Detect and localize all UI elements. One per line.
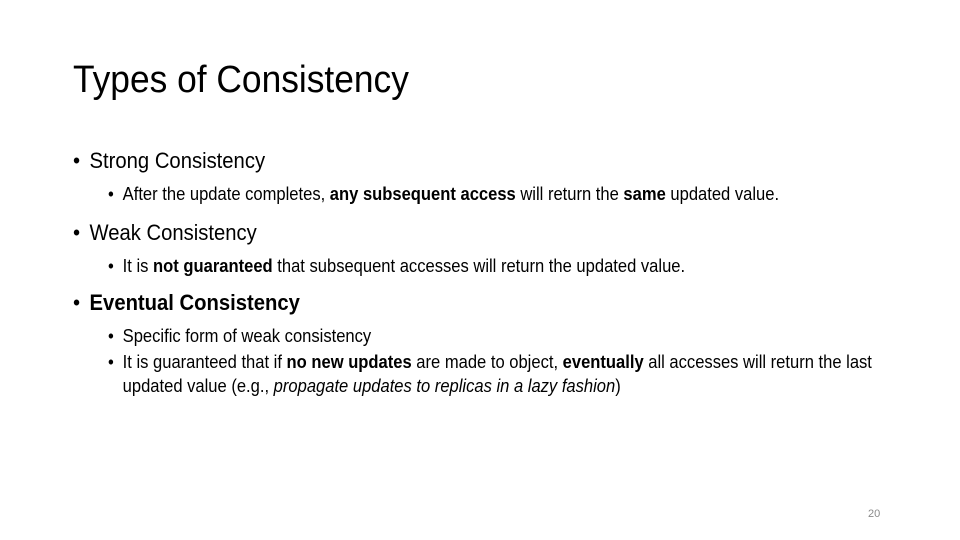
text-run-bold: any subsequent access [329,184,516,204]
sub-bullet-eventual-1: • Specific form of weak consistency [73,324,886,348]
bullet-heading: Strong Consistency [89,148,266,173]
text-run: are made to object, [411,352,563,372]
text-run: updated value. [665,184,780,204]
text-run: It is guaranteed that if [122,352,287,372]
bullet-icon: • [107,184,114,204]
text-run: ) [615,376,621,396]
text-run-bold: same [623,184,666,204]
text-run: After the update completes, [122,184,330,204]
sub-bullet-strong-1: • After the update completes, any subseq… [73,182,886,206]
bullet-weak-consistency: • Weak Consistency [73,218,846,248]
slide-title: Types of Consistency [73,59,409,101]
text-run-bold: not guaranteed [153,256,273,276]
bullet-icon: • [73,290,81,315]
bullet-icon: • [107,352,114,372]
slide: Types of Consistency • Strong Consistenc… [0,0,960,540]
text-run: will return the [515,184,624,204]
bullet-heading: Eventual Consistency [89,290,300,315]
bullet-eventual-consistency: • Eventual Consistency [73,288,846,318]
bullet-icon: • [73,220,81,245]
text-run: Specific form of weak consistency [122,326,372,346]
text-run: that subsequent accesses will return the… [272,256,686,276]
sub-bullet-weak-1: • It is not guaranteed that subsequent a… [73,254,886,278]
slide-body: • Strong Consistency • After the update … [73,146,913,398]
text-run-bold: no new updates [286,352,412,372]
text-run: It is [122,256,154,276]
text-run-bold: eventually [562,352,644,372]
bullet-icon: • [107,326,114,346]
sub-bullet-eventual-2: • It is guaranteed that if no new update… [73,350,886,398]
bullet-icon: • [107,256,114,276]
bullet-icon: • [73,148,81,173]
text-run-italic: propagate updates to replicas in a lazy … [273,376,616,396]
bullet-heading: Weak Consistency [89,220,257,245]
bullet-strong-consistency: • Strong Consistency [73,146,846,176]
page-number: 20 [868,508,881,520]
